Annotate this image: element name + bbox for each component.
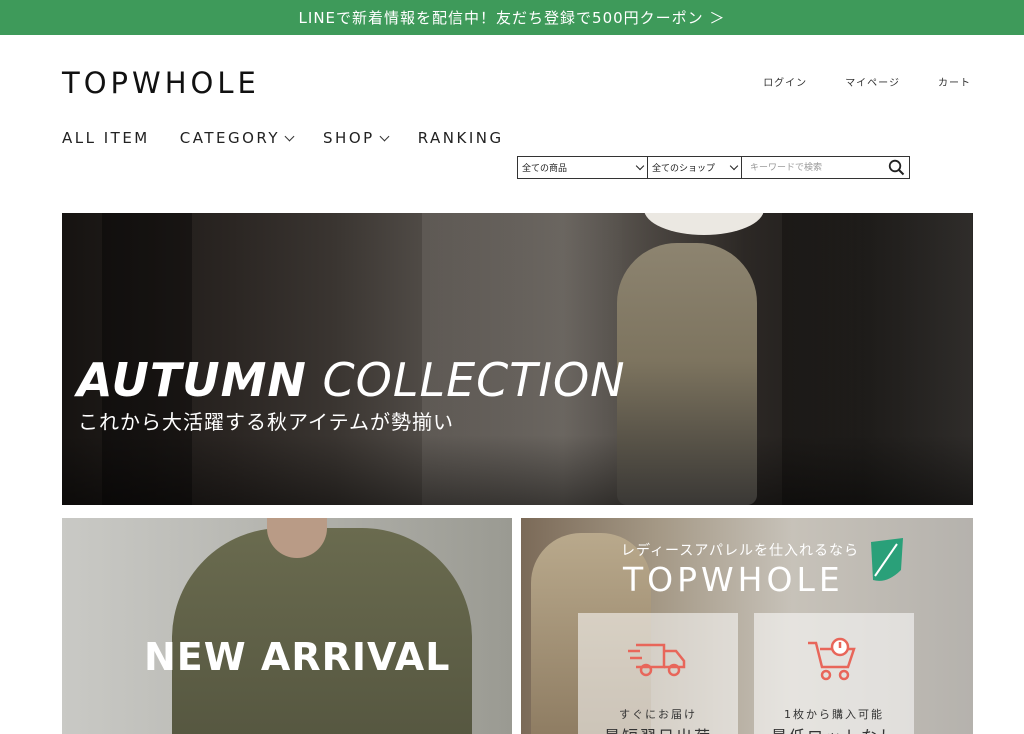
promo-text: LINEで新着情報を配信中！友だち登録で500円クーポン ＞ (298, 9, 726, 27)
site-logo[interactable]: TOPWHOLE (62, 66, 260, 100)
feature-1-title: 最短翌日出荷 (578, 723, 738, 734)
about-topwhole-banner[interactable]: レディースアパレルを仕入れるなら TOPWHOLE すぐにお届け 最短翌日出荷 … (521, 518, 973, 734)
hero-subtitle: これから大活躍する秋アイテムが勢揃い (78, 410, 454, 434)
nav-ranking-label: RANKING (417, 129, 504, 147)
mypage-link[interactable]: マイページ (845, 74, 900, 89)
feature-card-fast-shipping: すぐにお届け 最短翌日出荷 (578, 613, 738, 734)
line-promo-banner[interactable]: LINEで新着情報を配信中！友だち登録で500円クーポン ＞ (0, 0, 1024, 35)
utility-nav: ログイン マイページ カート (763, 74, 971, 89)
hero-title-bold: AUTUMN (77, 353, 307, 407)
shopping-cart-icon (808, 637, 856, 681)
leaf-icon (871, 538, 903, 581)
about-brand: TOPWHOLE (623, 560, 844, 599)
category-select[interactable]: 全ての商品 (518, 157, 648, 178)
nav-category-label: CATEGORY (179, 129, 281, 147)
cart-link[interactable]: カート (938, 74, 971, 89)
about-subtitle: レディースアパレルを仕入れるなら (621, 543, 860, 559)
login-link[interactable]: ログイン (763, 74, 807, 89)
shop-select[interactable]: 全てのショップ (648, 157, 742, 178)
hero-title-light: COLLECTION (322, 353, 626, 407)
hero-bg-floor (62, 435, 973, 505)
feature-card-no-minimum: 1枚から購入可能 最低ロットなし (754, 613, 914, 734)
hero-model-image (617, 243, 757, 505)
search-input[interactable] (742, 157, 883, 178)
shop-select-value: 全てのショップ (652, 164, 716, 174)
search-bar: 全ての商品 全てのショップ (517, 156, 910, 179)
hero-title: AUTUMN COLLECTION (77, 353, 626, 407)
chevron-down-icon (635, 161, 645, 171)
new-arrival-model-image (172, 528, 472, 734)
delivery-truck-icon (628, 643, 686, 677)
new-arrival-title: NEW ARRIVAL (144, 635, 451, 679)
nav-ranking[interactable]: RANKING (418, 129, 504, 147)
search-button[interactable] (883, 157, 909, 178)
search-icon (888, 159, 904, 176)
chevron-down-icon (284, 131, 295, 141)
nav-shop[interactable]: SHOP (323, 129, 390, 147)
nav-category[interactable]: CATEGORY (179, 129, 295, 147)
feature-2-caption: 1枚から購入可能 (784, 708, 884, 721)
category-select-value: 全ての商品 (522, 164, 568, 174)
hero-hat-image (644, 213, 764, 235)
main-nav: ALL ITEM CATEGORY SHOP RANKING (62, 129, 504, 147)
nav-all-item[interactable]: ALL ITEM (62, 129, 150, 147)
chevron-down-icon (379, 131, 390, 141)
hero-banner-autumn-collection[interactable]: AUTUMN COLLECTION これから大活躍する秋アイテムが勢揃い (62, 213, 973, 505)
nav-shop-label: SHOP (323, 129, 375, 147)
new-arrival-banner[interactable]: NEW ARRIVAL (62, 518, 512, 734)
chevron-down-icon (729, 161, 739, 171)
nav-all-item-label: ALL ITEM (62, 129, 150, 147)
feature-2-title: 最低ロットなし (754, 723, 914, 734)
feature-1-caption: すぐにお届け (619, 708, 697, 721)
